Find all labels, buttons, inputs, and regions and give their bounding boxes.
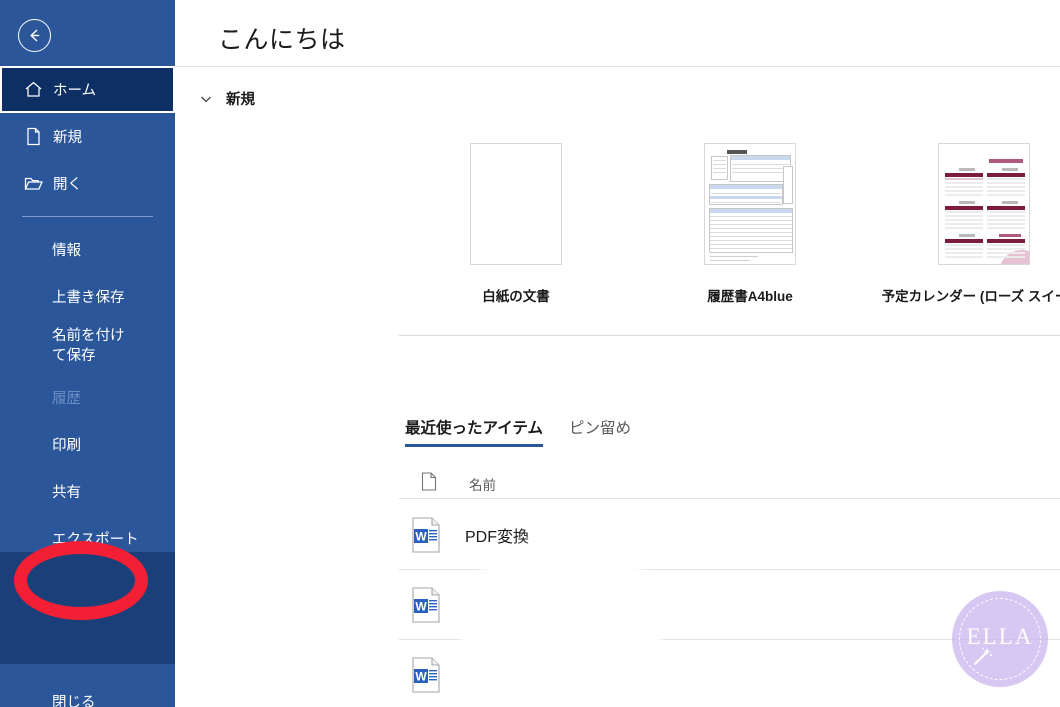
page-icon — [22, 126, 44, 148]
sidebar-item-export[interactable]: エクスポート — [0, 515, 175, 562]
file-list: W PDF変換 W W — [399, 500, 1060, 707]
sidebar-divider — [22, 216, 153, 217]
tab-label: 最近使ったアイテム — [405, 420, 543, 437]
sidebar-item-new[interactable]: 新規 — [0, 113, 175, 160]
sidebar-item-close[interactable]: 閉じる — [0, 678, 175, 707]
sidebar-item-print[interactable]: 印刷 — [0, 421, 175, 468]
tab-label: ピン留め — [568, 420, 631, 437]
sidebar-item-label: 上書き保存 — [52, 290, 125, 306]
file-list-header: 名前 — [399, 470, 1060, 499]
sidebar-nav: ホーム 新規 開く 情報 上書き保存 名前を付けて保存 履歴 印刷 共有 エクス… — [0, 66, 175, 562]
home-icon — [22, 79, 44, 101]
sidebar-item-label: 閉じる — [52, 695, 96, 707]
page-title: こんにちは — [218, 26, 346, 54]
new-section-label: 新規 — [226, 92, 255, 108]
document-icon — [421, 472, 437, 496]
template-thumbnail — [470, 143, 562, 265]
sidebar-item-share[interactable]: 共有 — [0, 468, 175, 515]
word-file-icon: W — [410, 656, 444, 694]
recent-tabs: 最近使ったアイテム ピン留め — [405, 416, 631, 447]
chevron-down-icon — [199, 92, 213, 106]
sidebar-item-label: 開く — [53, 177, 82, 193]
sidebar-item-home[interactable]: ホーム — [0, 66, 175, 113]
sidebar-item-history: 履歴 — [0, 374, 175, 421]
sidebar: ホーム 新規 開く 情報 上書き保存 名前を付けて保存 履歴 印刷 共有 エクス… — [0, 0, 175, 707]
template-card-calendar[interactable]: 予定カレンダー (ローズ スイート) — [867, 143, 1060, 305]
svg-text:W: W — [415, 529, 427, 543]
sidebar-item-label: 新規 — [53, 130, 82, 146]
template-label: 予定カレンダー (ローズ スイート) — [881, 289, 1060, 304]
back-button[interactable] — [18, 19, 51, 52]
template-label: 履歴書A4blue — [707, 289, 793, 304]
template-thumbnail — [704, 143, 796, 265]
list-item[interactable]: W PDF変換 — [399, 500, 1060, 570]
sidebar-item-info[interactable]: 情報 — [0, 226, 175, 273]
main-content: こんにちは 新規 白紙の文書 履歴書A4blue 予定カレンダー (ローズ スイ… — [175, 0, 1060, 707]
template-card-blank-document[interactable]: 白紙の文書 — [399, 143, 633, 305]
template-card-resume[interactable]: 履歴書A4blue — [633, 143, 867, 305]
template-gallery: 白紙の文書 履歴書A4blue 予定カレンダー (ローズ スイ — [399, 143, 1060, 305]
sidebar-item-label: 共有 — [52, 485, 81, 501]
sidebar-bottom: 閉じる — [0, 678, 175, 707]
sidebar-item-label: 履歴 — [52, 391, 81, 407]
calendar-arc-decoration — [939, 144, 993, 176]
sidebar-item-save-as[interactable]: 名前を付けて保存 — [0, 320, 175, 374]
new-section-header[interactable]: 新規 — [199, 88, 255, 109]
template-thumbnail — [938, 143, 1030, 265]
sidebar-item-open[interactable]: 開く — [0, 160, 175, 207]
svg-text:W: W — [415, 669, 427, 683]
tab-pinned[interactable]: ピン留め — [569, 416, 631, 447]
sidebar-item-label: ホーム — [53, 83, 97, 99]
file-name: PDF変換 — [465, 528, 530, 546]
sidebar-item-label: エクスポート — [52, 532, 139, 548]
column-header-name: 名前 — [469, 478, 496, 493]
list-item[interactable]: W — [399, 640, 1060, 707]
folder-icon — [22, 173, 44, 195]
sidebar-item-save[interactable]: 上書き保存 — [0, 273, 175, 320]
header-divider — [175, 66, 1060, 67]
word-file-icon: W — [410, 516, 444, 554]
export-highlight-band — [0, 552, 175, 664]
tab-recent[interactable]: 最近使ったアイテム — [405, 416, 543, 447]
sidebar-item-label: 印刷 — [52, 438, 81, 454]
svg-text:W: W — [415, 599, 427, 613]
template-label: 白紙の文書 — [482, 289, 550, 304]
back-arrow-icon — [30, 29, 40, 42]
word-file-icon: W — [410, 586, 444, 624]
list-item[interactable]: W — [399, 570, 1060, 640]
section-divider — [399, 335, 1060, 336]
sidebar-item-label: 情報 — [52, 243, 81, 259]
sidebar-item-label: 名前を付けて保存 — [52, 328, 125, 364]
word-backstage-window: ホーム 新規 開く 情報 上書き保存 名前を付けて保存 履歴 印刷 共有 エクス… — [0, 0, 1060, 707]
